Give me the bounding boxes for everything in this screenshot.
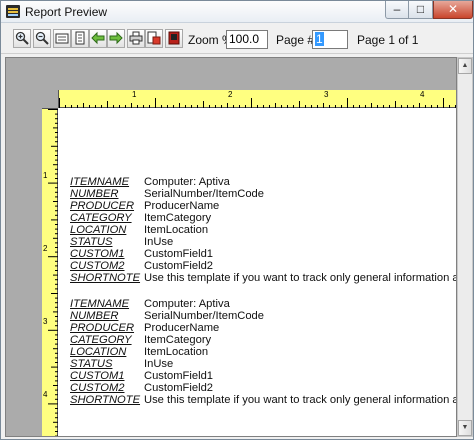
scroll-down-button[interactable]: ▼ [458,420,472,436]
vertical-scrollbar[interactable]: ▲ ▼ [457,57,473,437]
ruler-left-number-3: 3 [43,317,48,326]
field-value-status: InUse [144,236,174,248]
field-label-custom1: CUSTOM1 [70,248,125,260]
page-number-label: Page # [276,33,315,47]
field-value-category: ItemCategory [144,334,212,346]
title-bar[interactable]: Report Preview – □ ✕ [1,1,473,23]
export-icon [147,31,161,45]
field-value-status: InUse [144,358,174,370]
maximize-button[interactable]: □ [409,1,433,19]
field-label-itemname: ITEMNAME [70,298,130,310]
ruler-top-number-3: 3 [324,90,329,99]
report-page: ITEMNAME Computer: Aptiva NUMBER SerialN… [58,108,457,436]
ruler-top-number-4: 4 [420,90,425,99]
field-value-location: ItemLocation [144,346,209,358]
page-number-selected-text: 1 [315,32,324,46]
window-title: Report Preview [25,5,108,19]
print-icon [129,31,143,45]
field-label-custom1: CUSTOM1 [70,370,125,382]
page-count-text: Page 1 of 1 [357,33,419,47]
app-clapperboard-icon [6,5,20,18]
vertical-ruler-ticks [48,109,58,436]
field-value-custom1: CustomField1 [144,370,214,382]
whole-page-icon [75,31,85,45]
field-label-number: NUMBER [70,310,119,322]
zoom-input[interactable]: 100.0 [226,30,268,49]
field-value-number: SerialNumber/ItemCode [144,310,265,322]
field-value-producer: ProducerName [144,322,220,334]
field-value-producer: ProducerName [144,200,220,212]
next-page-button[interactable] [107,29,125,48]
field-label-location: LOCATION [70,346,127,358]
previous-page-button[interactable] [89,29,107,48]
field-value-shortnote: Use this template if you want to track o… [144,394,457,406]
horizontal-ruler: 1 2 3 4 5 [58,90,456,108]
field-value-custom1: CustomField1 [144,248,214,260]
report-preview-window: Report Preview – □ ✕ Zoom % 100.0 Page #… [0,0,474,440]
ruler-left-number-1: 1 [43,171,48,180]
field-value-custom2: CustomField2 [144,260,214,272]
field-value-shortnote: Use this template if you want to track o… [144,272,457,284]
zoom-in-button[interactable] [13,29,31,48]
field-label-shortnote: SHORTNOTE [70,394,141,406]
field-value-itemname: Computer: Aptiva [144,298,230,310]
field-label-category: CATEGORY [70,334,132,346]
zoom-out-icon [35,31,49,45]
ruler-corner [42,90,58,108]
next-page-icon [109,31,123,45]
field-value-custom2: CustomField2 [144,382,214,394]
minimize-button[interactable]: – [385,1,409,19]
field-label-number: NUMBER [70,188,119,200]
zoom-in-icon [15,31,29,45]
vertical-ruler: 1 2 3 4 [42,108,58,436]
field-label-location: LOCATION [70,224,127,236]
previous-page-icon [91,31,105,45]
field-value-itemname: Computer: Aptiva [144,176,230,188]
field-label-status: STATUS [70,236,113,248]
page-width-icon [55,33,69,44]
field-label-producer: PRODUCER [70,322,135,334]
close-button[interactable]: ✕ [433,1,473,19]
field-value-location: ItemLocation [144,224,209,236]
field-label-itemname: ITEMNAME [70,176,130,188]
exit-icon [168,31,180,45]
export-button[interactable] [145,29,163,48]
horizontal-ruler-ticks [59,98,456,108]
field-label-custom2: CUSTOM2 [70,260,125,272]
field-label-category: CATEGORY [70,212,132,224]
page-width-button[interactable] [53,29,71,48]
field-value-number: SerialNumber/ItemCode [144,188,265,200]
field-label-producer: PRODUCER [70,200,135,212]
zoom-out-button[interactable] [33,29,51,48]
field-label-shortnote: SHORTNOTE [70,272,141,284]
page-number-input[interactable]: 1 [312,30,348,49]
exit-button[interactable] [165,29,183,48]
preview-canvas[interactable]: 1 2 3 4 5 1 2 3 4 ITEMNAME Computer: Apt… [5,57,457,437]
toolbar: Zoom % 100.0 Page # 1 Page 1 of 1 [1,24,473,54]
scroll-up-button[interactable]: ▲ [458,58,472,74]
ruler-left-number-4: 4 [43,390,48,399]
field-label-custom2: CUSTOM2 [70,382,125,394]
ruler-left-number-2: 2 [43,244,48,253]
field-label-status: STATUS [70,358,113,370]
ruler-top-number-2: 2 [228,90,233,99]
ruler-top-number-1: 1 [132,90,137,99]
whole-page-button[interactable] [71,29,89,48]
field-value-category: ItemCategory [144,212,212,224]
print-button[interactable] [127,29,145,48]
